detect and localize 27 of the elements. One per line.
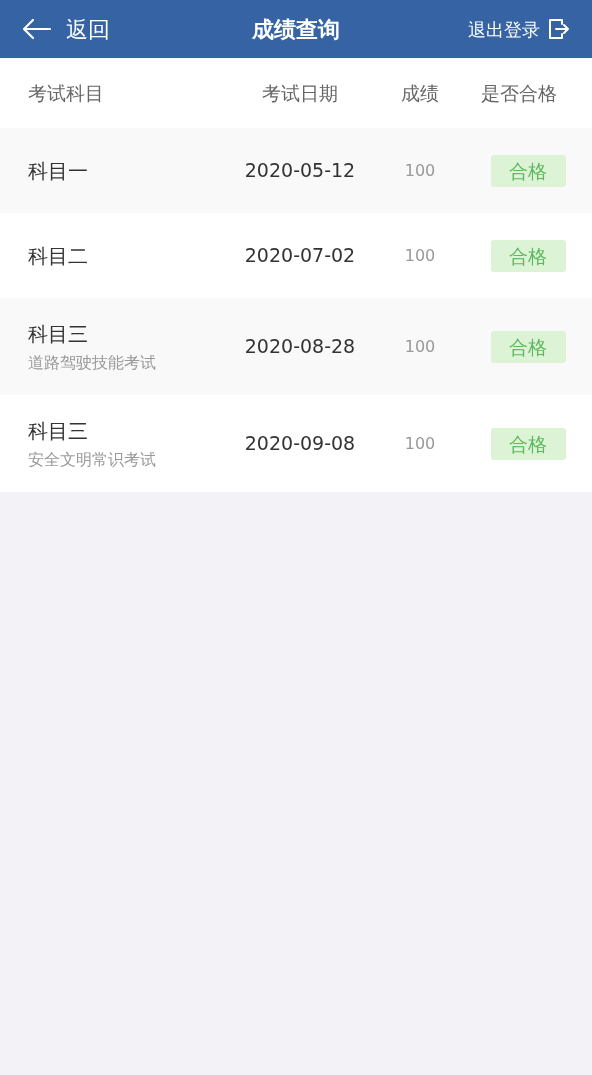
- subject-name: 科目三: [28, 417, 89, 445]
- result-badge: 合格: [490, 239, 566, 272]
- exam-date: 2020-07-02: [244, 244, 356, 267]
- subject-detail: 道路驾驶技能考试: [28, 351, 157, 374]
- result-badge: 合格: [490, 154, 566, 187]
- subject-detail: 安全文明常识考试: [28, 448, 157, 471]
- result-badge: 合格: [490, 427, 566, 460]
- back-arrow-icon: [22, 18, 52, 40]
- exam-date: 2020-09-08: [244, 432, 356, 455]
- exam-date: 2020-05-12: [244, 159, 356, 182]
- score: 100: [404, 160, 436, 180]
- subject-name: 科目二: [28, 242, 89, 270]
- column-header: 成绩: [400, 80, 440, 106]
- subject-name: 科目三: [28, 320, 89, 348]
- page-title: 成绩查询: [252, 15, 340, 44]
- subject-name: 科目一: [28, 157, 89, 185]
- back-button[interactable]: 返回: [22, 12, 110, 46]
- logout-icon: [548, 18, 570, 40]
- score: 100: [404, 336, 436, 356]
- column-header: 考试科目: [27, 80, 105, 106]
- exam-date: 2020-08-28: [244, 335, 356, 358]
- result-badge: 合格: [490, 330, 566, 363]
- score: 100: [404, 433, 436, 453]
- logout-button[interactable]: 退出登录: [468, 15, 570, 43]
- score: 100: [404, 245, 436, 265]
- column-header: 是否合格: [480, 80, 558, 106]
- column-header: 考试日期: [261, 80, 339, 106]
